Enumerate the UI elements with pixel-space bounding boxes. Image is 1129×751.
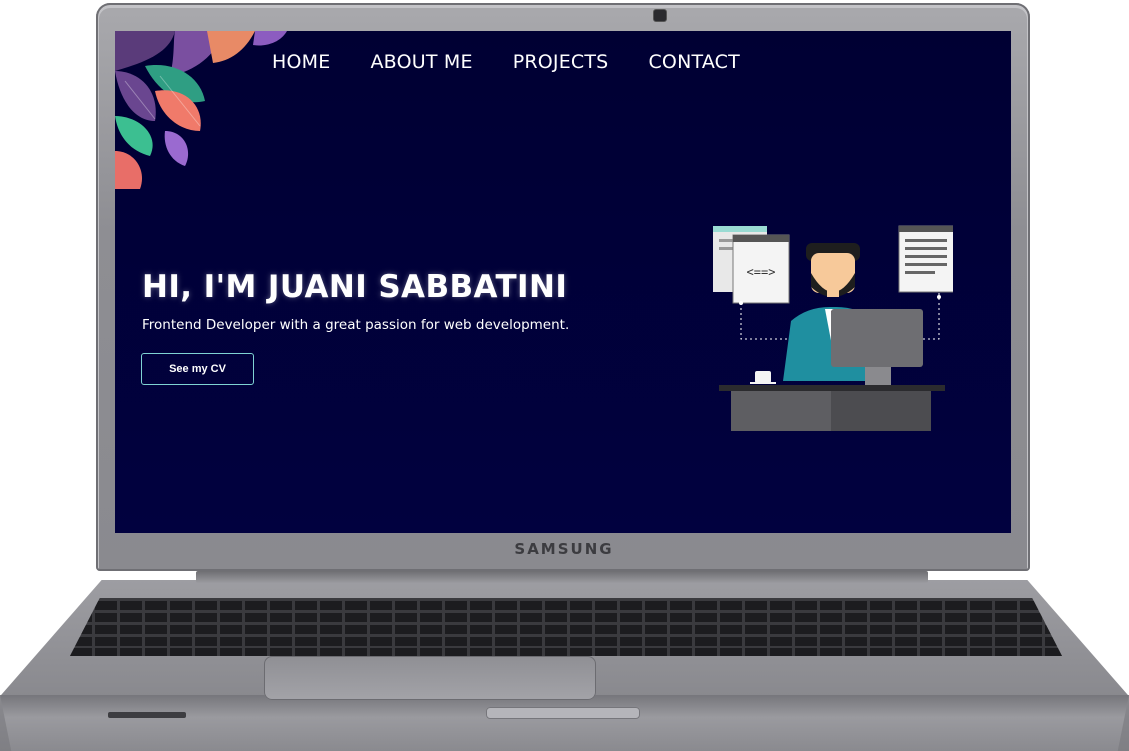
code-glyph: <==> (747, 265, 776, 279)
hero-title: HI, I'M JUANI SABBATINI (142, 269, 568, 305)
laptop-hinge (196, 571, 928, 583)
nav-home-link[interactable]: HOME (272, 51, 330, 81)
webcam-icon (653, 9, 667, 22)
laptop-brand-logo: SAMSUNG (514, 540, 614, 558)
laptop-keyboard (70, 598, 1062, 656)
laptop-touchpad (264, 656, 596, 700)
nav-about-me-link[interactable]: ABOUT ME (370, 51, 472, 81)
nav-projects-link[interactable]: PROJECTS (513, 51, 609, 81)
hero-subtitle: Frontend Developer with a great passion … (142, 317, 570, 333)
laptop-front-edge (0, 695, 1129, 751)
laptop-mockup: SAMSUNG HOME ABOUT ME PROJECTS CONTACT H… (0, 0, 1129, 751)
developer-at-desk-icon: <==> (713, 225, 953, 431)
main-nav: HOME ABOUT ME PROJECTS CONTACT (115, 51, 1011, 81)
lid-release-lip (486, 707, 640, 719)
card-reader-slot (108, 712, 186, 718)
see-cv-button[interactable]: See my CV (141, 353, 254, 385)
laptop-screen: HOME ABOUT ME PROJECTS CONTACT HI, I'M J… (115, 31, 1011, 533)
nav-contact-link[interactable]: CONTACT (648, 51, 740, 81)
